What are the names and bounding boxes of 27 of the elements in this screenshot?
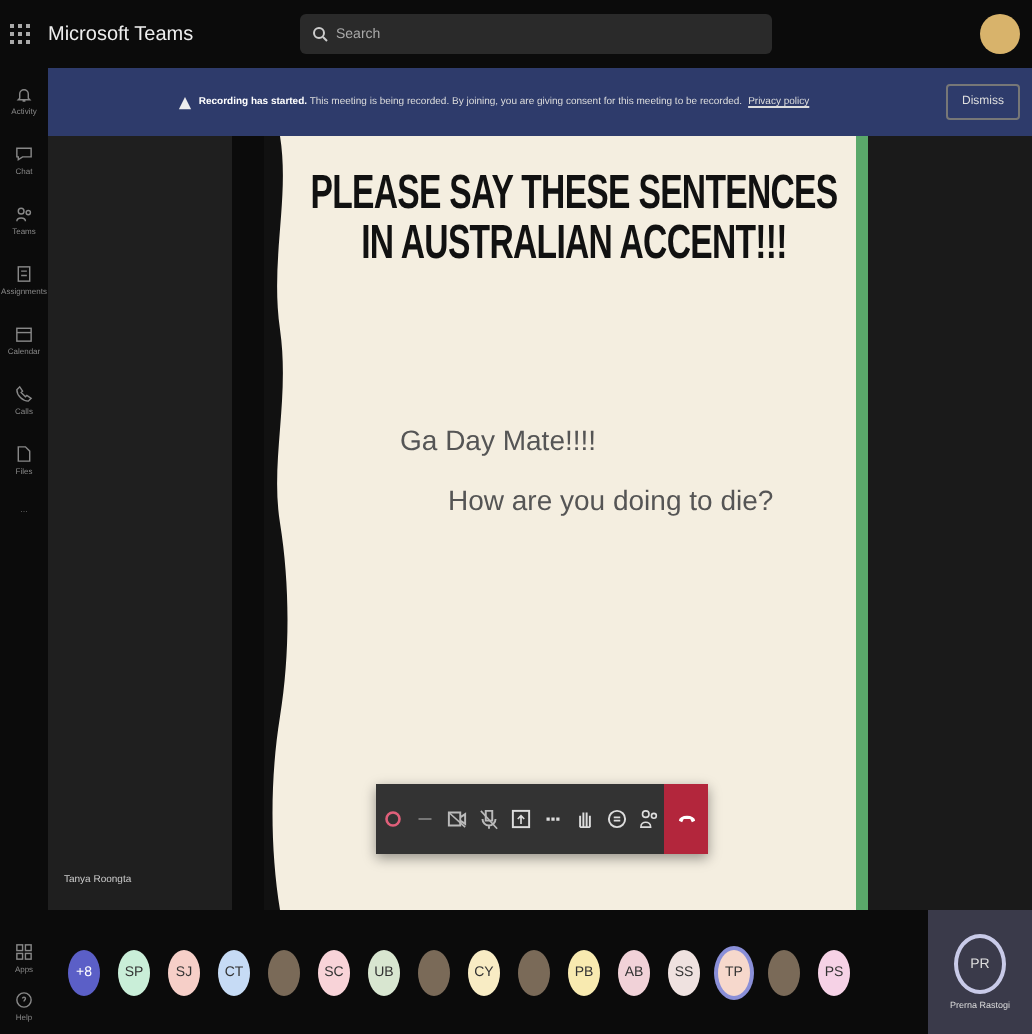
slide-text: Ga Day Mate!!!! [400,424,597,457]
camera-off-icon [443,806,469,832]
slide-heading: PLEASE SAY THESE SENTENCES IN AUSTRALIAN ACCENT!!! [308,168,840,269]
file-icon [14,444,34,464]
clipboard-icon [14,264,34,284]
chat-icon [14,144,34,164]
warning-icon [178,95,193,109]
share-icon [507,806,533,832]
participant-photo[interactable] [768,949,800,995]
people-icon [14,204,34,224]
participant-photo[interactable] [268,949,300,995]
chat-icon [603,806,629,832]
slide-text: How are you doing to die? [448,484,774,517]
app-launcher-icon[interactable] [8,22,32,46]
participant-photo[interactable] [418,949,450,995]
record-icon [379,806,405,832]
phone-icon [14,384,34,404]
people-icon [635,806,661,832]
profile-avatar[interactable] [980,14,1020,54]
help-icon [14,990,34,1010]
app-title: Microsoft Teams [48,23,196,45]
bell-icon [13,84,34,104]
search-icon [312,26,328,42]
grid-icon [14,942,34,962]
participant-photo[interactable] [518,949,550,995]
calendar-icon [13,324,34,344]
mic-off-icon [475,806,501,832]
